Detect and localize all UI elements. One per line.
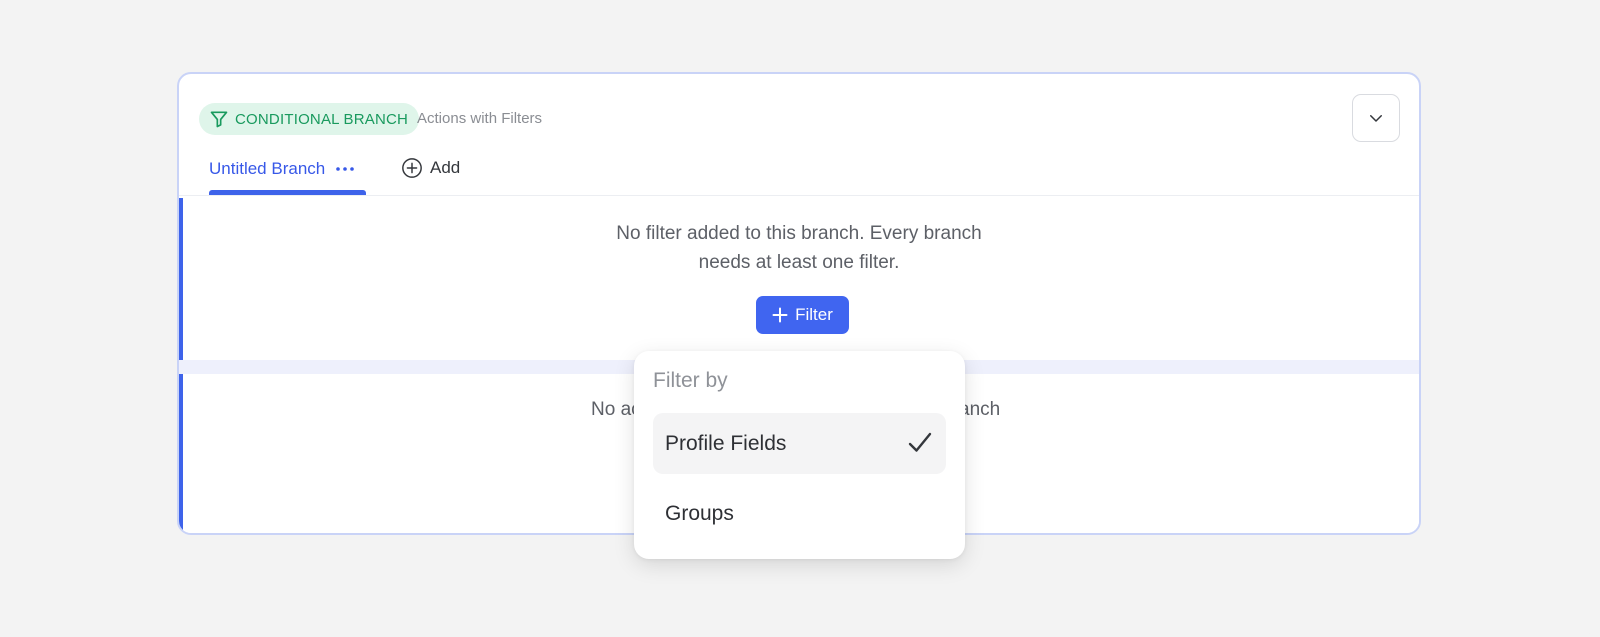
filter-icon — [210, 111, 228, 128]
branch-section: No filter added to this branch. Every br… — [179, 198, 1419, 360]
dropdown-option-profile-fields[interactable]: Profile Fields — [653, 413, 946, 474]
filter-by-dropdown: Filter by Profile Fields Groups — [634, 351, 965, 559]
plus-circle-icon — [402, 158, 422, 178]
add-filter-button[interactable]: Filter — [756, 296, 849, 334]
dropdown-title: Filter by — [653, 369, 728, 392]
plus-icon — [772, 307, 788, 323]
dropdown-option-groups[interactable]: Groups — [653, 483, 946, 544]
badge-label: CONDITIONAL BRANCH — [235, 110, 409, 128]
tab-label: Untitled Branch — [209, 159, 326, 178]
add-branch-button[interactable]: Add — [401, 157, 460, 179]
add-label: Add — [430, 158, 461, 177]
collapse-button[interactable] — [1352, 94, 1400, 142]
more-horizontal-icon[interactable] — [335, 158, 355, 178]
empty-message-line1: No filter added to this branch. Every br… — [616, 223, 982, 244]
empty-message-line2: needs at least one filter. — [698, 252, 900, 273]
chevron-down-icon — [1370, 115, 1382, 122]
tabs-divider — [179, 195, 1419, 196]
empty-message-fragment-right: anch — [959, 399, 1001, 420]
filter-button-label: Filter — [795, 305, 833, 324]
conditional-branch-badge: CONDITIONAL BRANCH — [199, 103, 420, 135]
option-label: Profile Fields — [665, 431, 787, 455]
branch-accent-bar — [179, 374, 183, 533]
card-subtitle: Actions with Filters — [417, 110, 543, 127]
checkmark-icon — [908, 432, 932, 452]
option-label: Groups — [665, 501, 734, 525]
